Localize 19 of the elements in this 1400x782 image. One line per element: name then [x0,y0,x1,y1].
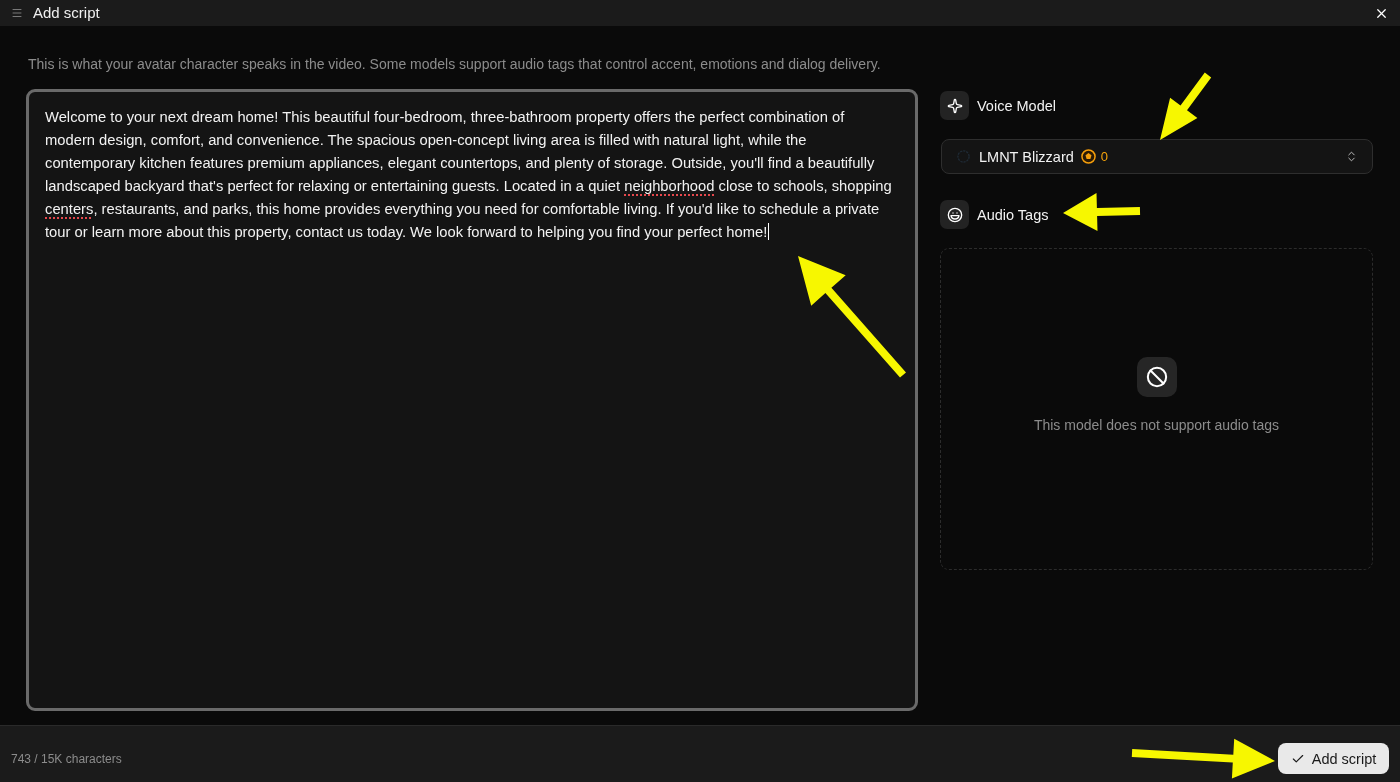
smiley-icon [940,200,969,229]
character-count: 743 / 15K characters [11,750,122,767]
window-title: Add script [33,3,100,23]
loading-ring-icon [957,150,970,163]
section-label: Audio Tags [977,205,1049,225]
menu-icon[interactable] [11,7,23,19]
annotation-arrow [1160,72,1212,140]
script-text: Welcome to your next dream home! This beautiful four-bedroom, three-bathroom property offers the perfect combination of modern design, comfort, and convenience. The spacious open-concept living area is filled with natural light, while the contemporary kitchen features premium appliances, elegant countertops, and plenty of storage. Outside, you'll find a beautifully landscaped backyard that's perfect for relaxing or entertaining guests. Located in a quiet neighborhood close to schools, shopping centers, restaurants, and parks, this home provides everything you need for comfortable living. If you'd like to schedule a private tour or learn more about this property, contact us today. We look forward to helping you find your perfect home! [45,108,893,242]
add-script-button[interactable]: Add script [1278,743,1389,774]
sparkle-icon [940,91,969,120]
coin-icon [1080,149,1096,164]
empty-state-text: This model does not support audio tags [1033,416,1280,435]
ban-icon [1136,357,1177,397]
credit-cost: 0 [1100,147,1109,166]
script-input-field[interactable] [26,89,918,711]
chevron-up-down-icon [1345,150,1358,163]
section-label: Voice Model [977,96,1056,116]
voice-model-select[interactable]: LMNT Blizzard 0 [941,139,1373,174]
description-text: This is what your avatar character speaks in the video. Some models support audio tags that control accent, emotions and dialog delivery. [28,55,882,74]
